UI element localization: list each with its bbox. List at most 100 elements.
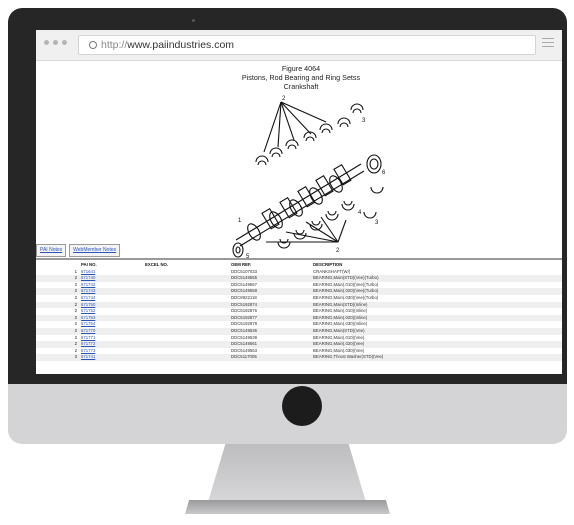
section-divider: [36, 258, 562, 260]
tab-webmember-notes[interactable]: WebMember Notes: [69, 244, 121, 257]
row-excel-no: [144, 275, 230, 282]
row-description: BEARING,Main(.030)(Inline): [313, 321, 368, 327]
row-item-number: 2: [74, 321, 77, 327]
row-pai-link[interactable]: 671753: [80, 314, 144, 322]
webcam-dot: [192, 19, 195, 22]
monitor-logo-circle: [282, 386, 322, 426]
monitor-stand-neck: [208, 444, 366, 502]
notes-tabs: PAI Notes WebMember Notes: [36, 244, 121, 257]
window-dot-icon[interactable]: [53, 40, 58, 45]
table-row: 2 671752 DDC5192876 BEARING,Main(.010)(Inli…: [36, 308, 562, 315]
table-row: 3 671741 DDC5117005 BEARING,Thrust Washer(S…: [36, 354, 562, 361]
row-excel-no: [144, 321, 230, 328]
row-pai-link[interactable]: 671754: [80, 321, 144, 328]
row-item-number: 2: [36, 341, 80, 348]
browser-toolbar: http://www.paiindustries.com: [36, 30, 562, 61]
row-item-number: 2: [36, 288, 80, 295]
row-excel-no: [144, 314, 230, 322]
window-dot-icon[interactable]: [44, 40, 49, 45]
window-controls[interactable]: [44, 40, 67, 45]
row-item-number: 3: [36, 354, 80, 361]
callout-3-bottom: 3: [375, 220, 379, 226]
row-pai-link[interactable]: 671752: [80, 308, 144, 315]
row-pai-link[interactable]: 671740: [80, 275, 144, 282]
table-row: 2 671742 DDC5149567 BEARING,Main(.010)(Vee)…: [36, 282, 562, 289]
row-description: BEARING,Main(.010)(Vee): [313, 334, 365, 340]
figure-subtitle: Crankshaft: [283, 82, 319, 91]
row-pai-link[interactable]: 671744: [80, 295, 144, 302]
row-description: BEARING,Main(.010)(Vee)(Turbo): [313, 281, 379, 287]
table-row: 2 671744 DDC8922118 BEARING,Main(.030)(Vee)…: [36, 295, 562, 302]
row-excel-no: [144, 295, 230, 302]
callout-1: 1: [238, 218, 242, 224]
col-header-excel-no: EXCEL NO.: [145, 262, 169, 267]
parts-table-container[interactable]: PAI NO. EXCEL NO. OEM REF. DESCRIPTION 1…: [36, 262, 562, 374]
table-row: 2 671743 DDC5149558 BEARING,Main(.020)(Vee)…: [36, 288, 562, 295]
row-pai-link[interactable]: 671741: [80, 354, 144, 361]
row-item-number: 1: [74, 268, 77, 274]
figure-heading: Figure 4064 Pistons, Rod Bearing and Rin…: [186, 64, 416, 91]
row-item-number: 2: [36, 301, 80, 309]
hamburger-menu-icon[interactable]: [542, 38, 554, 50]
table-row: 2 671754 DDC5192878 BEARING,Main(.030)(Inli…: [36, 321, 562, 328]
row-excel-no: [144, 354, 230, 361]
row-description: BEARING,Main(.030)(Vee)(Turbo): [313, 294, 379, 300]
row-description: BEARING,Main(.020)(Vee): [312, 341, 562, 348]
row-excel-no: [144, 341, 230, 348]
tab-pai-notes[interactable]: PAI Notes: [36, 244, 67, 257]
callout-3-top: 3: [362, 118, 366, 124]
row-oem-ref: DDC5192878: [231, 321, 258, 327]
address-bar[interactable]: http://www.paiindustries.com: [78, 35, 536, 55]
row-excel-no: [144, 288, 230, 295]
row-oem-ref: DDC5149561: [230, 341, 312, 348]
row-description: CRANKSHAFT(W/): [313, 268, 351, 274]
figure-title: Pistons, Rod Bearing and Ring Setss: [241, 73, 361, 82]
row-excel-no: [144, 282, 230, 289]
row-pai-link[interactable]: 671750: [80, 301, 144, 309]
url-text: http://www.paiindustries.com: [101, 36, 234, 54]
row-pai-link[interactable]: 671772: [80, 341, 144, 348]
row-excel-no: [144, 348, 230, 355]
row-pai-link[interactable]: 671771: [80, 335, 144, 342]
row-pai-link[interactable]: 671743: [80, 288, 144, 295]
screen: http://www.paiindustries.com Figure 4064…: [36, 30, 562, 374]
url-domain: www.paiindustries.com: [127, 39, 235, 51]
row-pai-link[interactable]: 671770: [80, 327, 144, 335]
row-description: BEARING,Main(STD)(Vee)(Turbo): [312, 275, 562, 282]
table-row: 2 671772 DDC5149561 BEARING,Main(.020)(Vee): [36, 341, 562, 348]
table-row: 2 671770 DDC5149536 BEARING,Main(STD)(Vee): [36, 327, 562, 335]
window-dot-icon[interactable]: [62, 40, 67, 45]
row-oem-ref: DDC5149539: [231, 334, 258, 340]
table-row: 2 671771 DDC5149539 BEARING,Main(.010)(Vee): [36, 335, 562, 342]
row-pai-link[interactable]: 671742: [80, 282, 144, 289]
row-excel-no: [144, 308, 230, 315]
table-row: 2 671773 DDC5149563 BEARING,Main(.030)(Vee): [36, 348, 562, 355]
url-prefix: http://: [101, 39, 128, 51]
table-row: 2 671750 DDC5192874 BEARING,Main(STD)(Inlin…: [36, 301, 562, 309]
monitor-stand-base: [185, 500, 390, 514]
callout-2-bottom: 2: [336, 248, 340, 254]
row-item-number: 2: [74, 334, 77, 340]
globe-icon: [89, 41, 97, 49]
row-oem-ref: DDC5192874: [230, 301, 312, 309]
row-pai-link[interactable]: 671773: [80, 348, 144, 355]
row-oem-ref: DDC5192876: [231, 308, 258, 314]
table-row: 1 671641 DDC5107033 CRANKSHAFT(W/): [36, 269, 562, 276]
row-item-number: 2: [74, 347, 77, 353]
crankshaft-diagram: 2 1 3 5 6 2 3 4: [232, 96, 386, 260]
row-item-number: 2: [36, 327, 80, 335]
monitor-bezel: http://www.paiindustries.com Figure 4064…: [8, 8, 567, 384]
row-oem-ref: DDC5149555: [230, 275, 312, 282]
row-item-number: 2: [74, 294, 77, 300]
col-header-oem-ref: OEM REF.: [231, 262, 252, 267]
row-oem-ref: DDC5149558: [230, 288, 312, 295]
row-excel-no: [144, 269, 230, 276]
row-pai-link[interactable]: 671641: [80, 269, 144, 276]
row-description: BEARING,Main(.030)(Vee): [313, 347, 365, 353]
row-item-number: 2: [36, 314, 80, 322]
row-oem-ref: DDC5149563: [231, 347, 258, 353]
row-description: BEARING,Thrust Washer(STD)(Vee): [312, 354, 562, 361]
row-description: BEARING,Main(.010)(Inline): [313, 308, 368, 314]
col-header-description: DESCRIPTION: [313, 262, 343, 267]
callout-6: 6: [382, 170, 386, 176]
